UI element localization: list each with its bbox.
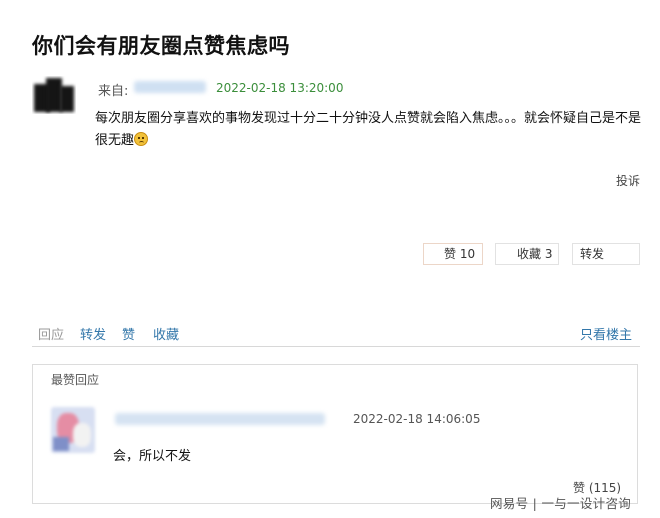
favorite-button[interactable]: 收藏 3 [495,243,559,265]
best-reply-heading: 最赞回应 [51,373,100,387]
post-body-text: 每次朋友圈分享喜欢的事物发现过十分二十分钟没人点赞就会陷入焦虑。。。就会怀疑自己… [95,111,642,148]
watermark: 网易号 | 一与一设计咨询 [490,496,632,511]
tab-forward[interactable]: 转发 [80,324,106,343]
report-link[interactable]: 投诉 [616,172,640,189]
author-avatar[interactable] [32,76,76,114]
reply-avatar[interactable] [51,407,95,453]
nav-divider [32,346,640,347]
reply-text: 会，所以不发 [113,449,192,464]
post-timestamp: 2022-02-18 13:20:00 [216,81,344,95]
from-label: 来自: [98,84,129,99]
forward-button[interactable]: 转发 [572,243,640,265]
tab-favorite[interactable]: 收藏 [153,324,179,343]
reply-author-name-blurred[interactable] [115,413,325,425]
like-button[interactable]: 赞 10 [423,243,483,265]
tab-reply[interactable]: 回应 [38,324,64,343]
author-name-blurred[interactable] [134,81,206,93]
post-body: 每次朋友圈分享喜欢的事物发现过十分二十分钟没人点赞就会陷入焦虑。。。就会怀疑自己… [95,108,645,152]
sad-face-emoji-icon [134,132,149,146]
author-only-link[interactable]: 只看楼主 [580,324,632,343]
tab-like[interactable]: 赞 [122,324,135,343]
reply-timestamp: 2022-02-18 14:06:05 [353,412,481,426]
post-title: 你们会有朋友圈点赞焦虑吗 [32,34,290,58]
best-reply-box: 最赞回应 2022-02-18 14:06:05 会，所以不发 赞 (115) [32,364,638,504]
